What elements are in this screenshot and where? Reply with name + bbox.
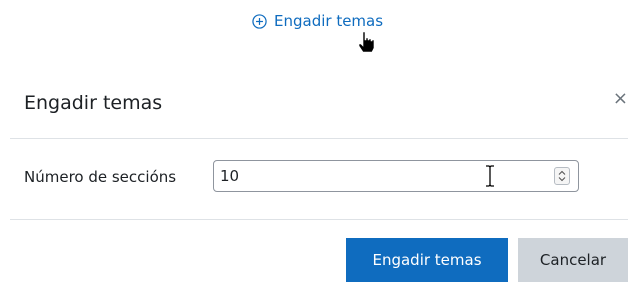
modal-title: Engadir temas (24, 92, 163, 114)
ibeam-cursor-icon (486, 165, 494, 187)
number-spinner-icon[interactable] (554, 167, 570, 185)
add-topics-link[interactable]: Engadir temas (252, 12, 383, 30)
add-topics-button[interactable]: Engadir temas (346, 238, 508, 282)
sections-count-input[interactable]: 10 (213, 160, 579, 192)
cancel-button[interactable]: Cancelar (518, 238, 628, 282)
close-icon[interactable]: × (613, 90, 628, 108)
sections-count-label: Número de seccións (24, 168, 177, 186)
add-topics-link-label: Engadir temas (274, 12, 384, 30)
page: Engadir temas Engadir temas × Número de … (0, 0, 628, 282)
add-topics-modal: Engadir temas × Número de seccións 10 En… (10, 68, 628, 282)
sections-count-value: 10 (220, 167, 240, 185)
plus-circle-icon (252, 13, 267, 29)
modal-body: Número de seccións 10 (10, 139, 628, 220)
hand-cursor-icon (358, 31, 375, 53)
modal-header: Engadir temas × (10, 68, 628, 139)
modal-footer: Engadir temas Cancelar (10, 220, 628, 282)
